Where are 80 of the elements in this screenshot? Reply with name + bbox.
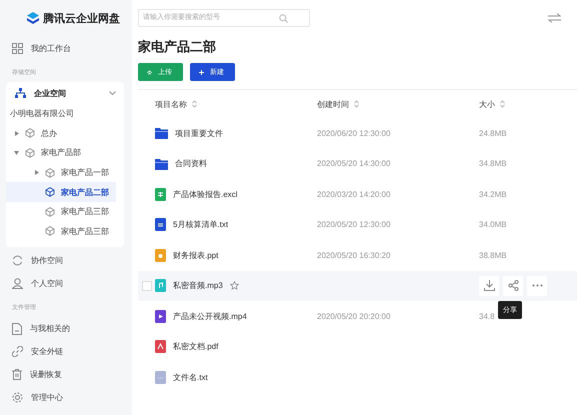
file-icon [155, 188, 166, 201]
logo-icon [26, 11, 40, 25]
more-button[interactable] [527, 276, 547, 296]
download-icon [484, 280, 494, 292]
sync-icon [12, 255, 23, 266]
created-time: 2020/05/20 16:30:20 [317, 250, 390, 260]
folder-title: 家电产品二部 [138, 39, 217, 55]
sort-icon [500, 100, 505, 108]
file-size: 34.2MB [479, 190, 507, 199]
app-logo-text: 腾讯云企业网盘 [43, 12, 120, 26]
file-name[interactable]: 产品体验报告.excl [173, 188, 238, 200]
grid-icon [12, 43, 23, 54]
file-icon [155, 370, 166, 384]
enterprise-space-item[interactable]: 企业空间 [6, 82, 124, 104]
column-header[interactable]: 项目名称 [155, 98, 317, 110]
file-icon [155, 279, 166, 292]
search-icon [279, 14, 288, 22]
workbench-item[interactable]: 我的工作台 [6, 37, 124, 60]
upload-icon [147, 68, 152, 76]
file-icon [155, 248, 166, 262]
cube-icon [45, 168, 55, 178]
tree-item[interactable]: 小明电器有限公司 [6, 104, 116, 124]
created-time: 2020/05/20 12:30:00 [317, 220, 390, 230]
file-name[interactable]: 合同资料 [175, 158, 207, 170]
tree-item[interactable]: 家电产品部 [6, 143, 116, 163]
more-icon [532, 284, 542, 288]
nav-item[interactable]: 误删恢复 [6, 363, 124, 386]
download-button[interactable] [479, 276, 499, 296]
file-name[interactable]: 产品未公开视频.mp4 [173, 310, 247, 322]
column-header[interactable]: 大小 [479, 98, 577, 110]
trash-icon [12, 369, 22, 380]
checkbox[interactable] [142, 280, 152, 291]
cube-icon [25, 148, 35, 158]
file-name[interactable]: 5月核算清单.txt [173, 219, 228, 230]
file-size: 24.8MB [479, 128, 507, 138]
nav-item[interactable]: 管理中心 [6, 386, 124, 410]
file-size: 34.8MB [479, 159, 507, 168]
created-time: 2020/05/20 20:20:00 [317, 312, 390, 321]
cube-icon [45, 206, 55, 217]
file-name[interactable]: 私密文档.pdf [173, 341, 218, 352]
created-time: 2020/05/20 14:30:00 [317, 159, 390, 168]
document-icon [12, 322, 22, 335]
file-size: 34.8 [479, 312, 495, 321]
cube-icon [25, 128, 35, 138]
tree-item[interactable]: 家电产品三部 [6, 222, 116, 242]
file-name[interactable]: 财务报表.ppt [173, 250, 218, 261]
tree-item[interactable]: 家电产品三部 [6, 202, 116, 222]
cube-icon [45, 187, 55, 198]
nav-item[interactable]: 协作空间 [6, 249, 124, 272]
created-time: 2020/03/20 14:20:00 [317, 190, 390, 199]
nav-item[interactable]: 安全外链 [6, 340, 124, 364]
file-name[interactable]: 私密音频.mp3 [173, 280, 223, 292]
file-icon [155, 340, 166, 354]
swap-icon[interactable] [548, 12, 561, 22]
file-icon [155, 310, 166, 323]
folder-icon [155, 158, 168, 170]
folder-icon [155, 127, 168, 140]
sort-icon [354, 100, 359, 108]
created-time: 2020/06/20 12:30:00 [317, 128, 390, 138]
column-header[interactable]: 创建时间 [317, 98, 479, 110]
cube-icon [45, 226, 55, 236]
org-icon [15, 88, 26, 98]
person-icon [12, 278, 23, 290]
nav-item[interactable]: 个人空间 [6, 272, 124, 296]
share-button[interactable] [503, 276, 523, 296]
tree-item[interactable]: 总办 [6, 124, 116, 144]
file-name[interactable]: 文件名.txt [173, 372, 208, 383]
nav-item[interactable]: 与我相关的 [6, 317, 124, 340]
link-icon [12, 346, 23, 358]
tree-item[interactable]: 家电产品一部 [6, 162, 116, 182]
file-icon [155, 218, 166, 232]
file-size: 38.8MB [479, 250, 507, 260]
star-icon[interactable] [230, 281, 239, 290]
file-size: 34.0MB [479, 220, 507, 230]
settings-icon [12, 392, 23, 404]
tree-item[interactable]: 家电产品二部 [6, 182, 116, 202]
plus-icon [199, 68, 204, 76]
share-icon [508, 280, 518, 292]
sort-icon [192, 100, 197, 108]
file-name[interactable]: 项目重要文件 [175, 128, 223, 139]
